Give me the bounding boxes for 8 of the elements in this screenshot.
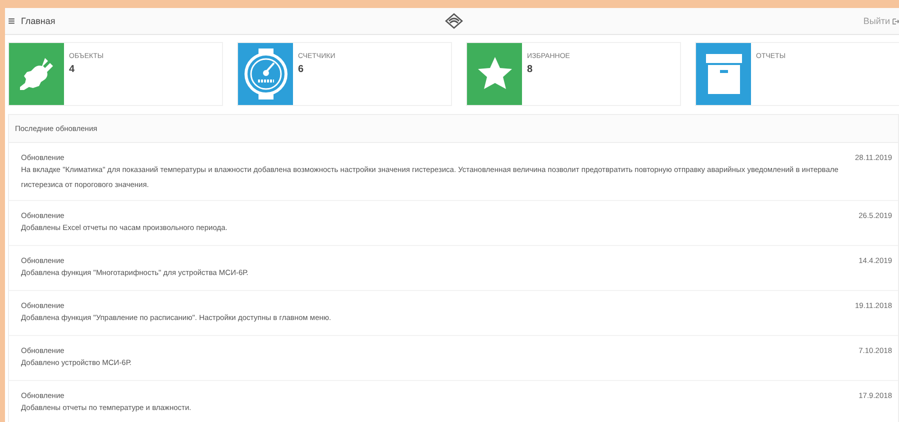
card-count: 8 (527, 64, 534, 75)
card-count: 6 (298, 64, 305, 75)
card-count: 4 (69, 64, 76, 75)
archive-box-icon (704, 52, 742, 96)
menu-button[interactable]: ≡ (8, 15, 16, 27)
page-title: Главная (21, 16, 56, 26)
exit-icon (892, 18, 899, 24)
logo-icon (444, 13, 462, 29)
